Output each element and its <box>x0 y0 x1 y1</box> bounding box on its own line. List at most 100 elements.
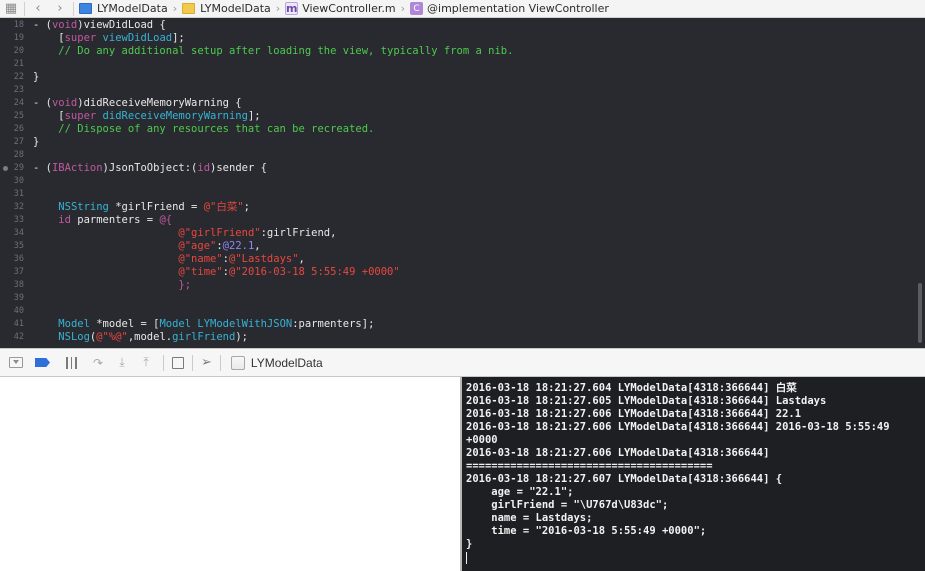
line-number: 21 <box>13 59 24 69</box>
code-line: 35 @"age":@22.1, <box>0 240 918 253</box>
code-token: [ <box>33 110 65 122</box>
code-token: @"2016-03-18 5:55:49 +0000" <box>229 266 400 278</box>
line-number: 28 <box>13 150 24 160</box>
step-out-button[interactable]: ⤒ <box>137 353 155 373</box>
step-into-button[interactable]: ⤓ <box>113 353 131 373</box>
code-token: @"name" <box>178 253 223 265</box>
process-label: LYModelData <box>250 355 323 370</box>
code-lines: 18 - (void)viewDidLoad {19 [super viewDid… <box>0 19 918 344</box>
code-token: :girlFriend, <box>260 227 337 239</box>
code-line: 31 <box>0 188 918 201</box>
divider <box>219 354 221 371</box>
code-text: - (IBAction)JsonToObject:(id)sender { <box>33 162 267 175</box>
code-token: girlFriend <box>172 331 236 343</box>
code-text: id parmenters = @{ <box>33 214 172 227</box>
related-items-icon[interactable]: ▦ <box>0 0 22 18</box>
breadcrumb-group[interactable]: LYModelData <box>179 2 274 15</box>
breakpoint-icon <box>35 358 50 367</box>
line-number: 37 <box>13 267 24 277</box>
code-token: , <box>298 253 305 265</box>
breadcrumb-label: LYModelData <box>97 2 168 15</box>
line-number: 22 <box>13 72 24 82</box>
code-line: 40 <box>0 305 918 318</box>
code-text: Model *model = [Model LYModelWithJSON:pa… <box>33 318 374 331</box>
code-token: @"time" <box>178 266 223 278</box>
code-token: // Do any additional setup after loading… <box>33 45 514 57</box>
line-number: 36 <box>13 254 24 264</box>
breadcrumb-project[interactable]: LYModelData <box>76 2 171 15</box>
code-token: viewDidLoad <box>102 32 173 44</box>
code-token: - ( <box>33 97 52 109</box>
console-line: 2016-03-18 18:21:27.606 LYModelData[4318… <box>466 408 802 420</box>
code-token: ]; <box>172 32 185 44</box>
back-arrow-icon[interactable]: ‹ <box>27 0 49 18</box>
code-line: 19 [super viewDidLoad]; <box>0 32 918 45</box>
code-token: }; <box>178 279 192 291</box>
code-token: ]; <box>247 110 261 122</box>
code-line: 21 <box>0 58 918 71</box>
line-number: 35 <box>13 241 24 251</box>
breadcrumb-label: @implementation ViewController <box>427 2 609 15</box>
line-number: 27 <box>13 137 24 147</box>
editor-scrollbar[interactable] <box>918 283 922 343</box>
code-token: )JsonToObject:( <box>102 162 198 174</box>
code-token: id <box>58 214 71 226</box>
code-text: - (void)viewDidLoad { <box>33 19 166 32</box>
code-token: didReceiveMemoryWarning <box>102 110 248 122</box>
code-text: [super didReceiveMemoryWarning]; <box>33 110 261 123</box>
breadcrumb-file[interactable]: m ViewController.m <box>282 2 398 15</box>
step-over-button[interactable]: ↷ <box>89 353 107 373</box>
code-token: Model <box>159 318 192 330</box>
pause-button[interactable] <box>66 353 77 373</box>
code-token: , <box>254 240 261 252</box>
code-text: // Do any additional setup after loading… <box>33 45 513 58</box>
line-number: 41 <box>13 319 24 329</box>
code-line: 27} <box>0 136 918 149</box>
view-hierarchy-button[interactable] <box>172 353 184 373</box>
chevron-right-icon: › <box>172 2 178 15</box>
code-token: IBAction <box>51 162 103 174</box>
line-number: 26 <box>13 124 24 134</box>
code-text: @"age":@22.1, <box>33 240 261 253</box>
code-token: @"age" <box>178 240 217 252</box>
line-number: 20 <box>13 46 24 56</box>
line-number: 18 <box>13 20 24 30</box>
code-text: NSString *girlFriend = @"白菜"; <box>33 201 250 214</box>
forward-arrow-icon[interactable]: › <box>49 0 71 18</box>
location-arrow-icon: ➢ <box>201 355 212 370</box>
code-token: )viewDidLoad { <box>77 19 166 31</box>
console-line: name = Lastdays; <box>466 512 593 524</box>
breakpoints-toggle-button[interactable] <box>35 353 50 373</box>
process-selector[interactable]: LYModelData <box>230 355 323 370</box>
variables-view[interactable] <box>0 377 460 571</box>
code-text: } <box>33 136 39 149</box>
breadcrumb-symbol[interactable]: C @implementation ViewController <box>407 2 612 15</box>
simulate-location-button[interactable]: ➢ <box>201 353 212 373</box>
code-token: @{ <box>159 214 173 226</box>
divider <box>24 1 25 16</box>
code-text: NSLog(@"%@",model.girlFriend); <box>33 331 248 344</box>
code-token: // Dispose of any resources that can be … <box>33 123 375 135</box>
code-token: Model <box>58 318 90 330</box>
console-output[interactable]: 2016-03-18 18:21:27.604 LYModelData[4318… <box>462 377 925 571</box>
code-token: *model = [ <box>89 318 160 330</box>
hide-debug-area-button[interactable] <box>9 353 23 373</box>
source-editor[interactable]: 18 - (void)viewDidLoad {19 [super viewDid… <box>0 18 925 348</box>
chevron-right-icon: › <box>275 2 281 15</box>
code-line: 29 - (IBAction)JsonToObject:(id)sender { <box>0 162 918 175</box>
code-token: @"Lastdays" <box>229 253 299 265</box>
console-line: 2016-03-18 18:21:27.604 LYModelData[4318… <box>466 382 797 394</box>
code-token: - ( <box>33 19 52 31</box>
code-token: } <box>33 71 40 83</box>
code-line: 32 NSString *girlFriend = @"白菜"; <box>0 201 918 214</box>
code-token: *girlFriend = <box>108 201 204 213</box>
toggle-debug-area-icon <box>9 357 23 368</box>
jump-bar: ▦ ‹ › LYModelData › LYModelData › m View… <box>0 0 925 18</box>
step-into-icon: ⤓ <box>119 355 125 369</box>
